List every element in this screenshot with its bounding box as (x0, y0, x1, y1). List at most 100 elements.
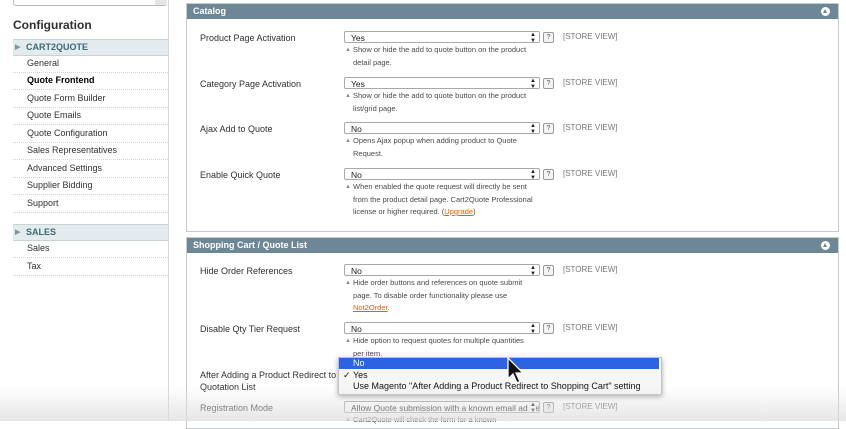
sidebar-search-input[interactable] (13, 0, 167, 6)
sidebar-item-label: Tax (27, 261, 42, 271)
note-marker-icon: ▲ (345, 417, 351, 423)
sidebar-item-sales[interactable]: Sales (13, 240, 168, 258)
collapse-icon[interactable] (821, 241, 830, 250)
mouse-pointer-icon (507, 357, 524, 384)
sidebar-item-quote-form-builder[interactable]: Quote Form Builder (13, 90, 168, 108)
select-arrows-icon: ▲ ▼ (528, 402, 536, 413)
sidebar-item-advanced-settings[interactable]: Advanced Settings (13, 160, 168, 178)
sidebar-item-label: Quote Emails (27, 110, 82, 120)
note-line: Not2Order. (344, 302, 564, 315)
note-marker-icon: ▲ (345, 280, 351, 286)
sidebar-item-label: Quote Configuration (27, 128, 108, 138)
collapse-arrow-icon: ▶ (15, 44, 21, 51)
scope-label: [STORE VIEW] (563, 78, 618, 87)
note-line: Hide option to request quotes for multip… (353, 336, 524, 345)
note-marker-icon: ▲ (345, 338, 351, 344)
catalog-section-header[interactable]: Catalog (187, 4, 838, 19)
field-label: Product Page Activation (200, 33, 296, 43)
sidebar-item-support[interactable]: Support (13, 195, 168, 213)
help-icon[interactable]: ? (543, 169, 554, 180)
help-icon[interactable]: ? (543, 265, 554, 276)
section-title: Shopping Cart / Quote List (193, 240, 307, 250)
select-value: No (351, 324, 362, 334)
field-label: Ajax Add to Quote (200, 124, 273, 134)
note-line: Cart2Quote will check the form for a kno… (353, 415, 497, 424)
not2order-link[interactable]: Not2Order (353, 303, 388, 312)
sidebar-item-quote-emails[interactable]: Quote Emails (13, 107, 168, 125)
select-arrows-icon: ▲ ▼ (530, 123, 536, 135)
note-line: page. To disable order functionality ple… (353, 290, 508, 300)
sidebar-section-sales[interactable]: ▶ SALES (13, 224, 168, 241)
collapse-icon[interactable] (821, 7, 830, 16)
field-label: Category Page Activation (200, 79, 302, 89)
hide-order-references-select[interactable]: No ▲ ▼ (344, 264, 540, 277)
select-value: No (351, 266, 362, 276)
select-arrows-icon: ▲ ▼ (530, 32, 536, 44)
select-arrows-icon: ▲ ▼ (530, 78, 536, 90)
option-label: Yes (353, 370, 368, 380)
redirect-dropdown-menu[interactable]: No ✓ Yes Use Magento "After Adding a Pro… (338, 357, 662, 395)
select-value: Yes (351, 33, 365, 43)
help-icon[interactable]: ? (543, 323, 554, 334)
field-label: Hide Order References (200, 266, 293, 276)
sidebar-section-cart2quote[interactable]: ▶ CART2QUOTE (13, 39, 168, 56)
scope-label: [STORE VIEW] (563, 265, 618, 274)
sidebar-item-label: Quote Form Builder (27, 93, 106, 103)
scope-label: [STORE VIEW] (563, 169, 618, 178)
note-line: license or higher required. (Upgrade) (344, 206, 564, 219)
sidebar-item-general[interactable]: General (13, 55, 168, 73)
registration-mode-select[interactable]: Allow Quote submission with a known emai… (344, 401, 540, 413)
label-line: After Adding a Product Redirect to (200, 370, 337, 380)
sidebar-item-supplier-bidding[interactable]: Supplier Bidding (13, 177, 168, 195)
note-line: Opens Ajax popup when adding product to … (353, 136, 517, 145)
collapse-arrow-icon: ▶ (15, 229, 21, 236)
note-text: ) (473, 207, 476, 216)
sidebar-item-tax[interactable]: Tax (13, 258, 168, 276)
scope-label: [STORE VIEW] (563, 123, 618, 132)
select-arrows-icon: ▲ ▼ (530, 323, 536, 335)
sidebar-item-quote-configuration[interactable]: Quote Configuration (13, 125, 168, 143)
shopping-cart-section-header[interactable]: Shopping Cart / Quote List (187, 238, 838, 253)
product-page-activation-select[interactable]: Yes ▲ ▼ (344, 31, 540, 44)
select-value: No (351, 170, 362, 180)
label-line: Quotation List (200, 382, 256, 392)
dropdown-option-yes[interactable]: ✓ Yes (339, 370, 659, 381)
category-page-activation-select[interactable]: Yes ▲ ▼ (344, 77, 540, 90)
search-icon (155, 0, 167, 5)
enable-quick-quote-select[interactable]: No ▲ ▼ (344, 168, 540, 181)
sidebar-item-label: Support (27, 198, 59, 208)
field-label: Registration Mode (200, 403, 274, 413)
field-note: ▲ When enabled the quote request will di… (344, 181, 564, 219)
note-line: Request. (353, 148, 384, 158)
note-line: Show or hide the add to quote button on … (353, 45, 527, 54)
disable-qty-tier-request-select[interactable]: No ▲ ▼ (344, 322, 540, 335)
note-marker-icon: ▲ (345, 184, 351, 190)
ajax-add-to-quote-select[interactable]: No ▲ ▼ (344, 122, 540, 135)
note-line: list/grid page. (353, 103, 398, 113)
scope-label: [STORE VIEW] (563, 323, 618, 332)
dropdown-option-no[interactable]: No (339, 358, 659, 369)
select-value: No (351, 124, 362, 134)
field-note: ▲ Opens Ajax popup when adding product t… (344, 135, 564, 160)
sidebar-item-label: Advanced Settings (27, 163, 103, 173)
sidebar-item-quote-frontend[interactable]: Quote Frontend (13, 72, 168, 90)
help-icon[interactable]: ? (543, 78, 554, 89)
upgrade-link[interactable]: Upgrade (444, 207, 473, 216)
note-line: Hide order buttons and references on quo… (353, 278, 523, 287)
field-note: ▲ Show or hide the add to quote button o… (344, 90, 564, 115)
field-note: ▲ Cart2Quote will check the form for a k… (344, 414, 564, 427)
note-line: Show or hide the add to quote button on … (353, 91, 527, 100)
sidebar-item-sales-representatives[interactable]: Sales Representatives (13, 142, 168, 160)
note-text: . (387, 303, 390, 312)
sidebar-item-label: Quote Frontend (27, 75, 95, 85)
help-icon[interactable]: ? (543, 32, 554, 43)
select-arrows-icon: ▲ ▼ (530, 169, 536, 181)
help-icon[interactable]: ? (543, 402, 554, 413)
dropdown-option-use-magento[interactable]: Use Magento "After Adding a Product Redi… (339, 381, 659, 392)
select-value: Allow Quote submission with a known emai… (351, 403, 540, 413)
sidebar-item-label: Supplier Bidding (27, 180, 93, 190)
field-note: ▲ Show or hide the add to quote button o… (344, 44, 564, 69)
help-icon[interactable]: ? (543, 123, 554, 134)
note-marker-icon: ▲ (345, 138, 351, 144)
sidebar-item-label: Sales Representatives (27, 145, 118, 155)
